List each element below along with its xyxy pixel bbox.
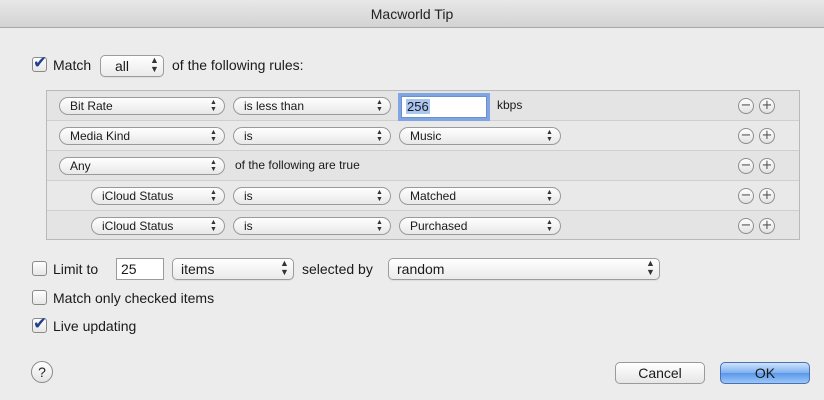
popup-arrows-icon: ▲ ▼	[210, 129, 217, 143]
remove-rule-button[interactable]: −	[738, 98, 754, 114]
limit-checkbox[interactable]	[32, 261, 47, 276]
add-rule-button[interactable]: +	[759, 128, 775, 144]
rule-field-popup[interactable]: Bit Rate ▲ ▼	[59, 97, 225, 115]
rule-row: Media Kind ▲ ▼ is ▲ ▼ Music ▲ ▼ − +	[47, 121, 799, 151]
match-checkbox[interactable]	[32, 53, 47, 73]
match-label: Match	[53, 57, 92, 73]
selected-by-popup[interactable]: random ▲ ▼	[388, 258, 660, 280]
limit-label: Limit to	[53, 261, 99, 277]
limit-unit-value: items	[181, 261, 215, 277]
popup-arrows-icon: ▲ ▼	[546, 189, 553, 203]
rules-list: Bit Rate ▲ ▼ is less than ▲ ▼ 256 kbps − +…	[46, 90, 800, 240]
rule-row: iCloud Status ▲ ▼ is ▲ ▼ Purchased ▲ ▼ − +	[47, 211, 799, 241]
live-updating-checkbox[interactable]	[32, 314, 47, 334]
help-button[interactable]: ?	[31, 361, 53, 383]
popup-arrows-icon: ▲ ▼	[546, 129, 553, 143]
remove-rule-button[interactable]: −	[738, 188, 754, 204]
popup-arrows-icon: ▲ ▼	[546, 219, 553, 233]
limit-amount-input[interactable]: 25	[116, 258, 164, 280]
rule-operator-popup[interactable]: is ▲ ▼	[233, 187, 391, 205]
match-rules-label: of the following rules:	[172, 57, 304, 73]
rule-field-popup[interactable]: Media Kind ▲ ▼	[59, 127, 225, 145]
match-quantifier-popup[interactable]: all ▲ ▼	[100, 55, 164, 77]
rule-row: iCloud Status ▲ ▼ is ▲ ▼ Matched ▲ ▼ − +	[47, 181, 799, 211]
window-title: Macworld Tip	[0, 0, 824, 28]
bitrate-value-input[interactable]: 256	[401, 96, 487, 118]
rule-operator-label: is less than	[244, 99, 305, 113]
popup-arrows-icon: ▲ ▼	[376, 189, 383, 203]
rule-row: Any ▲ ▼ of the following are true − +	[47, 151, 799, 181]
popup-arrows-icon: ▲ ▼	[210, 189, 217, 203]
add-rule-button[interactable]: +	[759, 158, 775, 174]
remove-rule-button[interactable]: −	[738, 218, 754, 234]
ok-button[interactable]: OK	[720, 362, 810, 384]
selected-by-label: selected by	[302, 261, 373, 277]
popup-arrows-icon: ▲ ▼	[280, 258, 289, 277]
popup-arrows-icon: ▲ ▼	[210, 159, 217, 173]
rule-field-label: iCloud Status	[102, 219, 174, 233]
rule-value-label: Matched	[410, 189, 457, 203]
selected-by-value: random	[397, 261, 445, 277]
popup-arrows-icon: ▲ ▼	[646, 258, 655, 277]
rule-operator-popup[interactable]: is less than ▲ ▼	[233, 97, 391, 115]
rule-value-popup[interactable]: Purchased ▲ ▼	[399, 217, 561, 235]
add-rule-button[interactable]: +	[759, 98, 775, 114]
limit-unit-popup[interactable]: items ▲ ▼	[172, 258, 294, 280]
rule-value-label: Music	[410, 129, 442, 143]
cancel-button[interactable]: Cancel	[615, 362, 705, 384]
rule-operator-label: is	[244, 129, 253, 143]
rule-field-popup[interactable]: Any ▲ ▼	[59, 157, 225, 175]
rule-row: Bit Rate ▲ ▼ is less than ▲ ▼ 256 kbps − +	[47, 91, 799, 121]
bitrate-unit-label: kbps	[497, 98, 523, 112]
rule-field-label: iCloud Status	[102, 189, 174, 203]
remove-rule-button[interactable]: −	[738, 158, 754, 174]
add-rule-button[interactable]: +	[759, 218, 775, 234]
rule-field-label: Media Kind	[70, 129, 131, 143]
nested-rules-label: of the following are true	[235, 158, 360, 172]
match-quantifier-value: all	[115, 58, 130, 74]
live-updating-label: Live updating	[53, 318, 137, 334]
remove-rule-button[interactable]: −	[738, 128, 754, 144]
match-only-checked-checkbox[interactable]	[32, 290, 47, 305]
rule-value-label: Purchased	[410, 219, 468, 233]
bitrate-value-text: 256	[406, 99, 430, 114]
rule-operator-popup[interactable]: is ▲ ▼	[233, 217, 391, 235]
rule-field-label: Bit Rate	[70, 99, 113, 113]
popup-arrows-icon: ▲ ▼	[150, 55, 159, 74]
rule-operator-label: is	[244, 189, 253, 203]
popup-arrows-icon: ▲ ▼	[210, 99, 217, 113]
popup-arrows-icon: ▲ ▼	[210, 219, 217, 233]
rule-operator-label: is	[244, 219, 253, 233]
rule-value-popup[interactable]: Matched ▲ ▼	[399, 187, 561, 205]
popup-arrows-icon: ▲ ▼	[376, 129, 383, 143]
rule-value-popup[interactable]: Music ▲ ▼	[399, 127, 561, 145]
rule-field-popup[interactable]: iCloud Status ▲ ▼	[91, 187, 225, 205]
rule-field-popup[interactable]: iCloud Status ▲ ▼	[91, 217, 225, 235]
rule-operator-popup[interactable]: is ▲ ▼	[233, 127, 391, 145]
match-only-checked-label: Match only checked items	[53, 290, 215, 306]
rule-field-label: Any	[70, 159, 91, 173]
popup-arrows-icon: ▲ ▼	[376, 99, 383, 113]
add-rule-button[interactable]: +	[759, 188, 775, 204]
popup-arrows-icon: ▲ ▼	[376, 219, 383, 233]
